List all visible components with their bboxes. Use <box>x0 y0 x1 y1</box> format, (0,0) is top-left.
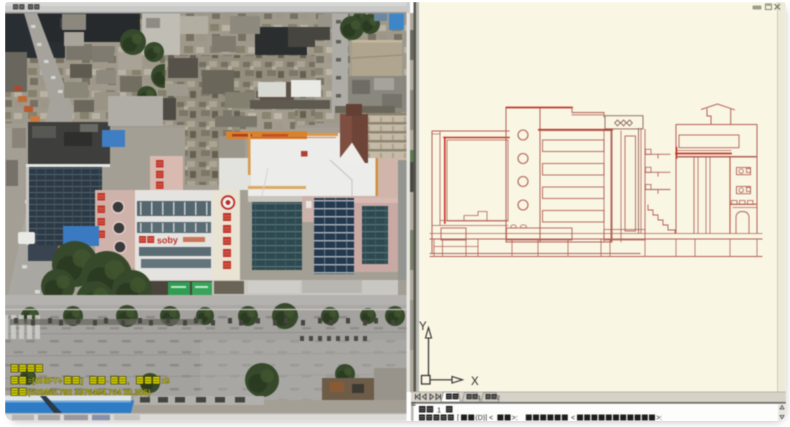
svg-text:]: ] <box>81 377 84 386</box>
svg-text:[: [ <box>457 415 459 421</box>
svg-text:>:: >: <box>656 415 662 421</box>
svg-text:>:: >: <box>512 415 518 421</box>
svg-text:2: 2 <box>497 396 500 402</box>
svg-text:(602465.782 3376494.764 20.3: (602465.782 3376494.764 20.356) <box>27 388 151 397</box>
svg-text::G: :G <box>161 377 170 386</box>
svg-text:X: X <box>471 376 479 388</box>
svg-text:-: - <box>106 377 109 386</box>
svg-text:<: < <box>571 415 575 421</box>
svg-text:=[SHIFT+: =[SHIFT+ <box>27 377 62 386</box>
svg-text:1: 1 <box>478 396 481 402</box>
svg-text:1: 1 <box>437 406 441 415</box>
svg-text:soby: soby <box>157 235 178 246</box>
svg-text:,: , <box>127 377 129 386</box>
svg-text:Y: Y <box>419 321 427 333</box>
svg-text:(D)] <: (D)] < <box>475 415 493 421</box>
